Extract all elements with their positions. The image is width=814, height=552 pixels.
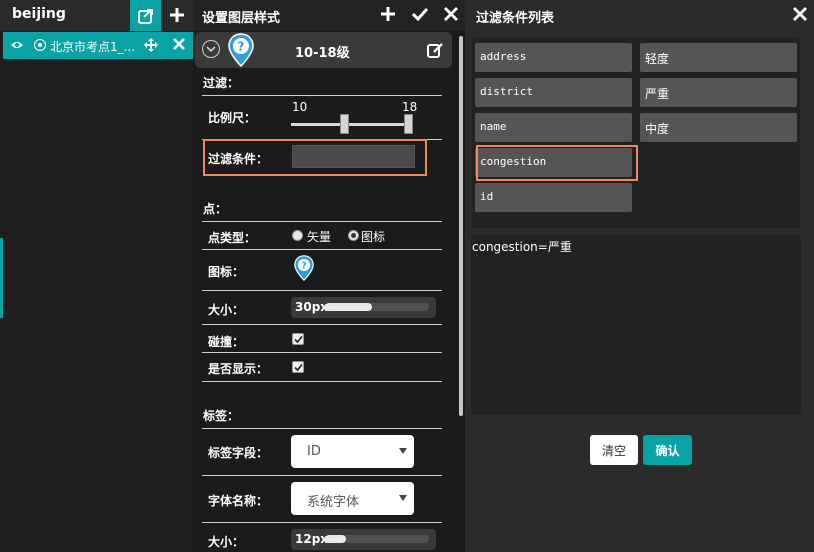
label-size-fill xyxy=(325,535,346,543)
edit-icon[interactable] xyxy=(426,41,444,59)
divider xyxy=(202,95,442,96)
value-chip[interactable]: 严重 xyxy=(640,78,797,107)
field-value-box: address district name congestion id 轻度 严… xyxy=(472,38,800,228)
panel-resize-handle[interactable] xyxy=(0,238,3,318)
point-icon-label: 图标： xyxy=(208,265,245,279)
point-size-track[interactable] xyxy=(325,303,429,311)
check-icon[interactable] xyxy=(411,5,429,23)
layer-list-header: beijing xyxy=(0,0,193,31)
value-chip[interactable]: 轻度 xyxy=(640,43,797,72)
label-size-value: 12px xyxy=(295,532,329,546)
map-pin-icon[interactable]: ? xyxy=(294,255,314,281)
map-pin-icon: ? xyxy=(228,33,254,67)
scale-label: 比例尺： xyxy=(208,111,257,125)
visible-checkbox[interactable] xyxy=(292,361,304,373)
export-button[interactable] xyxy=(130,0,161,31)
label-field-value: ID xyxy=(307,444,321,459)
confirm-button[interactable]: 确认 xyxy=(643,435,692,465)
point-size-value: 30px xyxy=(295,300,329,314)
eye-icon[interactable] xyxy=(10,38,24,52)
selected-field-highlight xyxy=(476,145,638,181)
point-type-vector-radio[interactable] xyxy=(292,230,303,241)
close-icon[interactable] xyxy=(792,5,808,23)
clear-button[interactable]: 清空 xyxy=(590,435,638,465)
filter-condition-label: 过滤条件： xyxy=(208,152,269,166)
font-name-value: 系统字体 xyxy=(307,495,360,510)
label-size-slider[interactable]: 12px xyxy=(291,529,436,550)
field-chip[interactable]: name xyxy=(475,113,632,142)
point-size-slider[interactable]: 30px xyxy=(291,297,436,318)
add-layer-button[interactable] xyxy=(164,2,190,28)
scale-max-handle[interactable] xyxy=(404,114,413,134)
style-panel-header: 设置图层样式 xyxy=(193,0,465,31)
filter-expression-box[interactable]: congestion=严重 xyxy=(471,235,801,415)
layer-list-panel: beijing 北京市考点1_... xyxy=(0,0,193,552)
collapse-toggle[interactable] xyxy=(202,40,220,58)
plus-icon[interactable] xyxy=(379,5,397,23)
filter-list-title: 过滤条件列表 xyxy=(476,11,555,26)
divider xyxy=(202,522,442,523)
layer-name: 北京市考点1_... xyxy=(50,40,136,54)
point-size-label: 大小： xyxy=(208,303,245,317)
label-section-title: 标签： xyxy=(203,409,240,423)
filter-condition-input[interactable] xyxy=(292,145,415,168)
label-size-track[interactable] xyxy=(325,535,429,543)
plus-icon xyxy=(170,8,184,22)
field-chip[interactable]: district xyxy=(475,78,632,107)
share-icon xyxy=(137,8,153,24)
zoom-level-range: 10-18级 xyxy=(295,46,350,61)
close-icon[interactable] xyxy=(172,37,186,51)
style-panel-title: 设置图层样式 xyxy=(202,11,281,26)
font-name-select[interactable]: 系统字体 xyxy=(291,482,414,515)
chevron-down-icon xyxy=(206,46,216,53)
filter-list-panel: 过滤条件列表 address district name congestion … xyxy=(465,0,814,552)
divider xyxy=(202,381,442,382)
scale-min-value: 10 xyxy=(292,100,308,114)
field-chip[interactable]: address xyxy=(475,43,632,72)
scale-max-value: 18 xyxy=(402,100,418,114)
visible-label: 是否显示： xyxy=(208,362,269,376)
layer-group-title: beijing xyxy=(12,6,66,22)
font-name-label: 字体名称： xyxy=(208,494,269,508)
divider xyxy=(202,428,442,429)
point-section-title: 点： xyxy=(203,202,228,216)
chevron-down-icon xyxy=(399,495,407,501)
scale-slider-track[interactable] xyxy=(291,123,413,126)
divider xyxy=(202,352,442,353)
divider xyxy=(202,221,442,222)
filter-expression-text: congestion=严重 xyxy=(472,240,572,254)
svg-text:?: ? xyxy=(301,260,306,271)
value-chip[interactable]: 中度 xyxy=(640,113,797,142)
field-chip[interactable]: id xyxy=(475,183,632,212)
chevron-down-icon xyxy=(399,448,407,454)
scrollbar[interactable] xyxy=(459,36,463,416)
point-type-vector-label: 矢量 xyxy=(307,230,332,244)
divider xyxy=(202,475,442,476)
point-type-label: 点类型： xyxy=(208,231,257,245)
close-icon[interactable] xyxy=(443,5,459,23)
scale-min-handle[interactable] xyxy=(340,114,349,134)
label-size-label: 大小： xyxy=(208,535,245,549)
divider xyxy=(202,290,442,291)
filter-section-title: 过滤： xyxy=(203,76,240,90)
check-icon xyxy=(293,335,303,343)
divider xyxy=(202,324,442,325)
divider xyxy=(202,249,442,250)
label-field-label: 标签字段： xyxy=(208,446,269,460)
layer-item[interactable]: 北京市考点1_... xyxy=(3,32,193,59)
move-icon[interactable] xyxy=(143,37,159,53)
svg-text:?: ? xyxy=(238,40,245,54)
layer-style-panel: 设置图层样式 ? 10-18级 过滤： 比例尺： 10 18 过滤条件： 点： … xyxy=(193,0,465,552)
zoom-level-bar[interactable]: ? 10-18级 xyxy=(195,32,452,68)
check-icon xyxy=(293,363,303,371)
point-type-icon-label: 图标 xyxy=(361,230,386,244)
label-field-select[interactable]: ID xyxy=(291,435,414,468)
point-type-icon-radio[interactable] xyxy=(348,230,359,241)
collision-checkbox[interactable] xyxy=(292,333,304,345)
collision-label: 碰撞： xyxy=(208,335,245,349)
point-size-fill xyxy=(325,303,372,311)
layer-select-radio[interactable] xyxy=(34,39,46,51)
